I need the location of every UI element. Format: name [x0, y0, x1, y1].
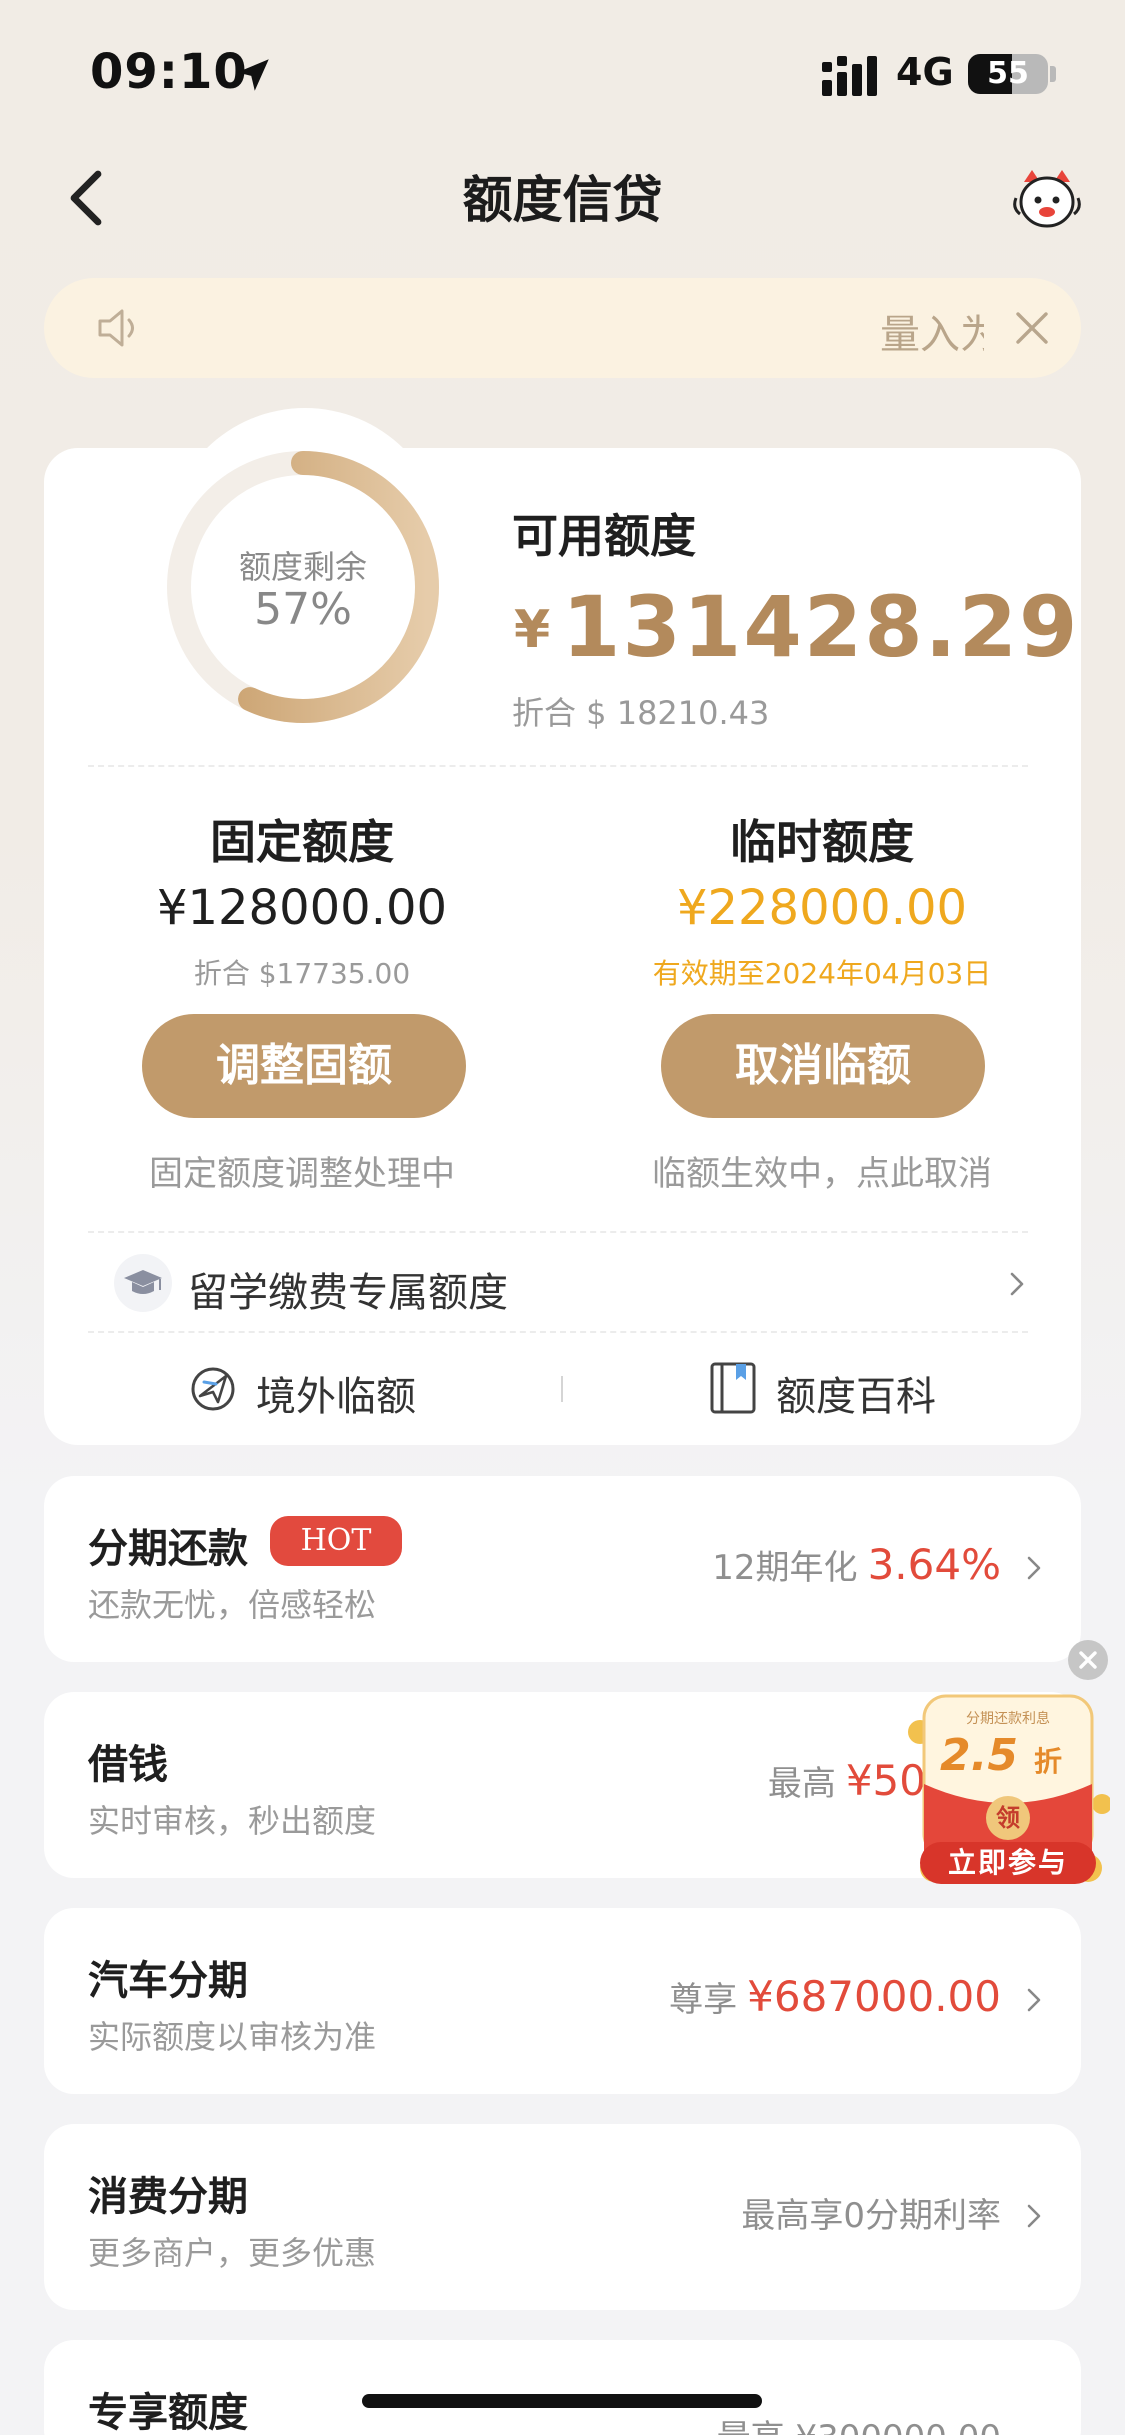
- divider: [88, 1231, 1028, 1233]
- promo-close-button[interactable]: [1068, 1640, 1108, 1680]
- product-subtitle: 更多商户，更多优惠: [88, 2234, 377, 2272]
- status-bar: 09:10 4G 55: [0, 0, 1125, 140]
- fixed-credit-title: 固定额度: [210, 815, 394, 869]
- promo-discount: 2.5: [940, 1730, 1018, 1781]
- product-title: 消费分期: [88, 2174, 248, 2220]
- product-title: 专享额度: [88, 2390, 248, 2435]
- promo-join-button[interactable]: 立即参与: [920, 1842, 1096, 1884]
- available-currency: ¥: [514, 600, 551, 660]
- temp-credit-amount: ¥228000.00: [676, 880, 968, 936]
- installment-repay-card[interactable]: 分期还款 HOT 还款无忧，倍感轻松 12期年化 3.64%: [44, 1476, 1081, 1662]
- promo-discount-unit: 折: [1034, 1745, 1063, 1778]
- close-icon: [1079, 1651, 1097, 1669]
- promo-coin-icon: 领: [986, 1796, 1030, 1840]
- chevron-right-icon: [1027, 1988, 1041, 2012]
- signal-icon: [822, 56, 877, 96]
- ring-percent: 57%: [254, 584, 352, 635]
- overseas-temp-credit-label: 境外临额: [256, 1374, 416, 1420]
- available-label: 可用额度: [512, 509, 696, 563]
- tool-divider: [561, 1376, 563, 1402]
- status-time: 09:10: [90, 44, 248, 100]
- network-type: 4G: [896, 50, 954, 94]
- chevron-right-icon: [1027, 1556, 1041, 1580]
- product-limit: 最高 ¥50: [768, 1756, 926, 1805]
- credit-wiki-label: 额度百科: [776, 1374, 936, 1420]
- page-title: 额度信贷: [462, 171, 663, 229]
- car-installment-card[interactable]: 汽车分期 实际额度以审核为准 尊享 ¥687000.00: [44, 1908, 1081, 2094]
- chevron-right-icon: [1027, 2204, 1041, 2228]
- product-offer: 最高 ¥300000.00: [717, 2410, 1001, 2435]
- product-rate-value: 3.64%: [867, 1540, 1001, 1589]
- product-subtitle: 实际额度以审核为准: [88, 2018, 377, 2056]
- divider: [88, 1331, 1028, 1333]
- credit-wiki-button[interactable]: 额度百科: [708, 1358, 948, 1420]
- fixed-credit-converted: 折合 $17735.00: [193, 957, 411, 990]
- product-subtitle: 实时审核，秒出额度: [88, 1802, 377, 1840]
- temp-status-note[interactable]: 临额生效中，点此取消: [602, 1146, 1042, 1195]
- product-limit-value: ¥687000.00: [747, 1972, 1001, 2021]
- mascot-icon[interactable]: [1012, 168, 1082, 230]
- airplane-icon: [191, 1367, 235, 1411]
- notice-text: 量入为: [880, 312, 984, 354]
- product-title: 借钱: [88, 1742, 168, 1788]
- close-icon[interactable]: [1008, 304, 1056, 352]
- product-offer: 最高享0分期利率: [741, 2188, 1001, 2237]
- product-rate-prefix: 12期年化: [712, 1548, 858, 1588]
- product-offer-text: 最高 ¥300000.00: [717, 2418, 1001, 2435]
- fixed-status-note: 固定额度调整处理中: [149, 1154, 455, 1194]
- product-title: 汽车分期: [88, 1958, 248, 2004]
- promo-label: 分期还款利息: [966, 1711, 1050, 1727]
- promo-floater[interactable]: 分期还款利息 2.5 折 领 立即参与: [906, 1692, 1110, 1888]
- hot-badge: HOT: [270, 1516, 402, 1566]
- location-arrow-icon: [237, 59, 269, 91]
- available-converted: 折合 $ 18210.43: [512, 694, 770, 732]
- adjust-fixed-button[interactable]: 调整固额: [142, 1014, 466, 1118]
- product-limit: 尊享 ¥687000.00: [669, 1972, 1001, 2021]
- battery-cap: [1050, 66, 1056, 82]
- ring-label: 额度剩余: [238, 548, 367, 586]
- home-indicator: [362, 2394, 762, 2408]
- battery-percent: 55: [987, 56, 1029, 91]
- product-limit-prefix: 最高: [767, 1764, 836, 1804]
- study-abroad-label: 留学缴费专属额度: [188, 1270, 508, 1316]
- graduation-cap-icon: [114, 1254, 172, 1312]
- cancel-temp-button[interactable]: 取消临额: [661, 1014, 985, 1118]
- product-subtitle: 还款无忧，倍感轻松: [88, 1586, 377, 1624]
- overseas-temp-credit-button[interactable]: 境外临额: [186, 1358, 426, 1420]
- available-amount: 131428.29: [562, 578, 1080, 676]
- fixed-credit-amount: ¥128000.00: [156, 880, 448, 936]
- temp-credit-title: 临时额度: [730, 815, 914, 869]
- divider: [88, 765, 1028, 767]
- product-rate: 12期年化 3.64%: [712, 1540, 1001, 1589]
- study-abroad-credit-row[interactable]: 留学缴费专属额度: [88, 1244, 1028, 1328]
- exclusive-credit-card[interactable]: 专享额度 最高 ¥300000.00: [44, 2340, 1081, 2435]
- product-title: 分期还款: [88, 1526, 248, 1572]
- temp-credit-validity: 有效期至2024年04月03日: [652, 957, 992, 990]
- consumer-installment-card[interactable]: 消费分期 更多商户，更多优惠 最高享0分期利率: [44, 2124, 1081, 2310]
- product-limit-prefix: 尊享: [669, 1980, 738, 2020]
- speaker-icon: [98, 309, 134, 347]
- book-icon: [710, 1362, 756, 1414]
- chevron-right-icon: [1010, 1272, 1024, 1296]
- notice-bar[interactable]: 量入为: [44, 278, 1081, 378]
- battery-icon: 55: [968, 54, 1048, 94]
- product-offer-text: 最高享0分期利率: [741, 2196, 1001, 2236]
